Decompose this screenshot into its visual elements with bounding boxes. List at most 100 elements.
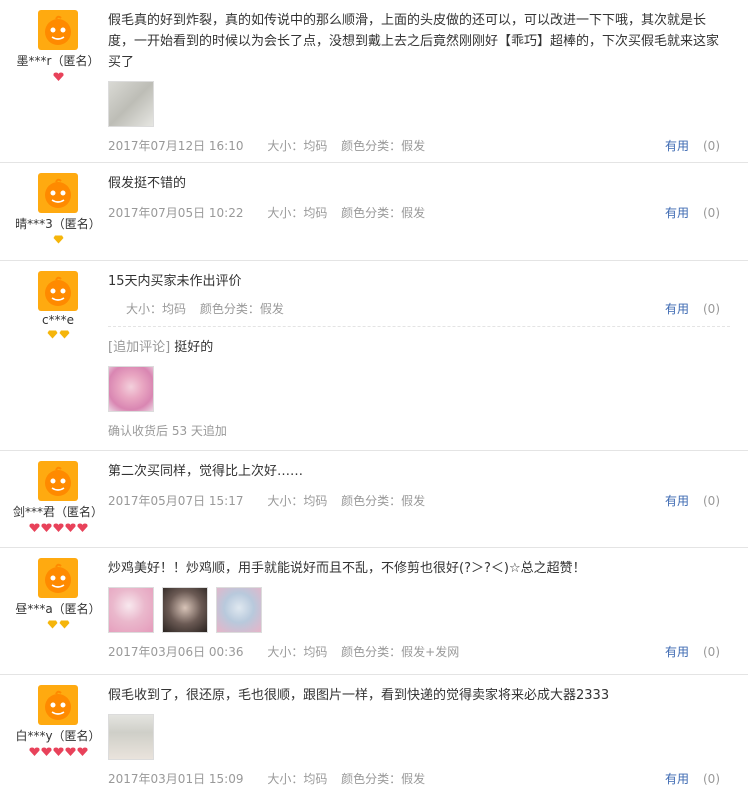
useful-button[interactable]: 有用 (0) bbox=[665, 204, 730, 221]
reviewer: 剑***君（匿名） bbox=[0, 461, 116, 535]
useful-button[interactable]: 有用 (0) bbox=[665, 137, 730, 154]
review-text: 假发挺不错的 bbox=[108, 176, 187, 191]
append-text: 挺好的 bbox=[174, 340, 214, 355]
heart-badge-icon bbox=[40, 523, 52, 532]
useful-label[interactable]: 有用 bbox=[665, 206, 689, 220]
append-divider bbox=[108, 326, 730, 327]
review-text: 第二次买同样，觉得比上次好…… bbox=[108, 464, 304, 479]
sku-size: 大小：均码 bbox=[126, 302, 187, 316]
useful-button[interactable]: 有用 (0) bbox=[665, 643, 730, 660]
sku-size: 大小：均码 bbox=[267, 645, 328, 659]
review-content: 15天内买家未作出评价 大小：均码 颜色分类：假发 有用 (0) [追加评论] 挺… bbox=[108, 261, 730, 449]
reviewer-level-badges bbox=[0, 620, 116, 632]
review-meta: 大小：均码 颜色分类：假发 有用 (0) bbox=[108, 300, 730, 316]
sku-color: 颜色分类：假发 bbox=[341, 206, 426, 220]
avatar[interactable] bbox=[38, 173, 78, 213]
sku-size: 大小：均码 bbox=[267, 494, 328, 508]
useful-label[interactable]: 有用 bbox=[665, 302, 689, 316]
heart-badge-icon bbox=[52, 72, 64, 81]
review-item: 剑***君（匿名） 第二次买同样，觉得比上次好…… 2017年05月07日 15… bbox=[0, 451, 748, 548]
avatar[interactable] bbox=[38, 271, 78, 311]
sku-size: 大小：均码 bbox=[267, 206, 328, 220]
reviewer: 昼***a（匿名） bbox=[0, 558, 116, 632]
reviewer-level-badges bbox=[0, 747, 116, 759]
avatar[interactable] bbox=[38, 461, 78, 501]
review-item: 白***y（匿名） 假毛收到了，很还原，毛也很顺，跟图片一样，看到快递的觉得卖家… bbox=[0, 675, 748, 798]
review-date: 2017年05月07日 15:17 bbox=[108, 494, 244, 508]
review-text: 假毛真的好到炸裂，真的如传说中的那么顺滑，上面的头皮做的还可以，可以改进一下下哦… bbox=[108, 13, 720, 70]
append-review: [追加评论] 挺好的 bbox=[108, 337, 730, 358]
reviewer-name: 晴***3（匿名） bbox=[15, 217, 101, 231]
heart-badge-icon bbox=[64, 523, 76, 532]
review-photo-thumbnail[interactable] bbox=[216, 587, 262, 633]
heart-badge-icon bbox=[28, 747, 40, 756]
review-meta: 2017年03月01日 15:09 大小：均码 颜色分类：假发 有用 (0) bbox=[108, 770, 730, 786]
append-meta: 确认收货后 53 天追加 bbox=[108, 424, 227, 438]
review-item: 昼***a（匿名） 炒鸡美好！！炒鸡顺，用手就能说好而且不乱，不修剪也很好(?＞… bbox=[0, 548, 748, 675]
sku-color: 颜色分类：假发 bbox=[199, 302, 284, 316]
useful-count: (0) bbox=[703, 302, 720, 316]
useful-count: (0) bbox=[703, 206, 720, 220]
review-text: 炒鸡美好！！炒鸡顺，用手就能说好而且不乱，不修剪也很好(?＞?＜)☆总之超赞！ bbox=[108, 561, 586, 576]
review-photo-thumbnail[interactable] bbox=[108, 587, 154, 633]
heart-badge-icon bbox=[40, 747, 52, 756]
sku-color: 颜色分类：假发 bbox=[341, 494, 426, 508]
reviewer-level-badges bbox=[0, 330, 116, 342]
avatar[interactable] bbox=[38, 10, 78, 50]
review-meta: 2017年07月05日 10:22 大小：均码 颜色分类：假发 有用 (0) bbox=[108, 204, 730, 220]
reviewer-name: c***e bbox=[42, 313, 74, 327]
heart-badge-icon bbox=[76, 747, 88, 756]
append-photos bbox=[108, 366, 730, 412]
sku-color: 颜色分类：假发+发网 bbox=[341, 645, 460, 659]
review-photo-thumbnail[interactable] bbox=[108, 81, 154, 127]
review-content: 假毛收到了，很还原，毛也很顺，跟图片一样，看到快递的觉得卖家将来必成大器2333… bbox=[108, 675, 730, 796]
diamond-badge-icon bbox=[47, 620, 58, 629]
append-photo-thumbnail[interactable] bbox=[108, 366, 154, 412]
useful-label[interactable]: 有用 bbox=[665, 139, 689, 153]
heart-badge-icon bbox=[52, 523, 64, 532]
useful-label[interactable]: 有用 bbox=[665, 772, 689, 786]
review-photos bbox=[108, 714, 730, 760]
avatar[interactable] bbox=[38, 558, 78, 598]
review-date: 2017年07月12日 16:10 bbox=[108, 139, 244, 153]
reviewer: 晴***3（匿名） bbox=[0, 173, 116, 247]
useful-button[interactable]: 有用 (0) bbox=[665, 300, 730, 317]
reviewer: 白***y（匿名） bbox=[0, 685, 116, 759]
review-item: c***e 15天内买家未作出评价 大小：均码 颜色分类：假发 有用 (0) [追… bbox=[0, 261, 748, 451]
useful-label[interactable]: 有用 bbox=[665, 645, 689, 659]
diamond-badge-icon bbox=[59, 330, 70, 339]
review-text: 假毛收到了，很还原，毛也很顺，跟图片一样，看到快递的觉得卖家将来必成大器2333 bbox=[108, 688, 610, 703]
append-tag: [追加评论] bbox=[108, 340, 171, 355]
useful-count: (0) bbox=[703, 645, 720, 659]
review-meta: 2017年03月06日 00:36 大小：均码 颜色分类：假发+发网 有用 (0) bbox=[108, 643, 730, 659]
reviewer: c***e bbox=[0, 271, 116, 342]
useful-label[interactable]: 有用 bbox=[665, 494, 689, 508]
heart-badge-icon bbox=[28, 523, 40, 532]
useful-count: (0) bbox=[703, 772, 720, 786]
reviewer-level-badges bbox=[0, 235, 116, 247]
heart-badge-icon bbox=[76, 523, 88, 532]
review-photos bbox=[108, 81, 730, 127]
sku-color: 颜色分类：假发 bbox=[341, 772, 426, 786]
useful-button[interactable]: 有用 (0) bbox=[665, 492, 730, 509]
reviewer-name: 昼***a（匿名） bbox=[15, 602, 101, 616]
useful-count: (0) bbox=[703, 494, 720, 508]
sku-color: 颜色分类：假发 bbox=[341, 139, 426, 153]
diamond-badge-icon bbox=[59, 620, 70, 629]
review-content: 炒鸡美好！！炒鸡顺，用手就能说好而且不乱，不修剪也很好(?＞?＜)☆总之超赞！ … bbox=[108, 548, 730, 669]
reviewer-name: 白***y（匿名） bbox=[15, 729, 101, 743]
reviewer-level-badges bbox=[0, 523, 116, 535]
reviewer-name: 墨***r（匿名） bbox=[16, 54, 100, 68]
review-photo-thumbnail[interactable] bbox=[108, 714, 154, 760]
review-content: 假发挺不错的 2017年07月05日 10:22 大小：均码 颜色分类：假发 有… bbox=[108, 163, 730, 230]
review-date: 2017年03月06日 00:36 bbox=[108, 645, 244, 659]
sku-size: 大小：均码 bbox=[267, 772, 328, 786]
diamond-badge-icon bbox=[47, 330, 58, 339]
useful-button[interactable]: 有用 (0) bbox=[665, 770, 730, 787]
avatar[interactable] bbox=[38, 685, 78, 725]
reviewer-level-badges bbox=[0, 72, 116, 84]
useful-count: (0) bbox=[703, 139, 720, 153]
review-list: 墨***r（匿名） 假毛真的好到炸裂，真的如传说中的那么顺滑，上面的头皮做的还可… bbox=[0, 0, 748, 798]
review-photo-thumbnail[interactable] bbox=[162, 587, 208, 633]
review-item: 墨***r（匿名） 假毛真的好到炸裂，真的如传说中的那么顺滑，上面的头皮做的还可… bbox=[0, 0, 748, 163]
